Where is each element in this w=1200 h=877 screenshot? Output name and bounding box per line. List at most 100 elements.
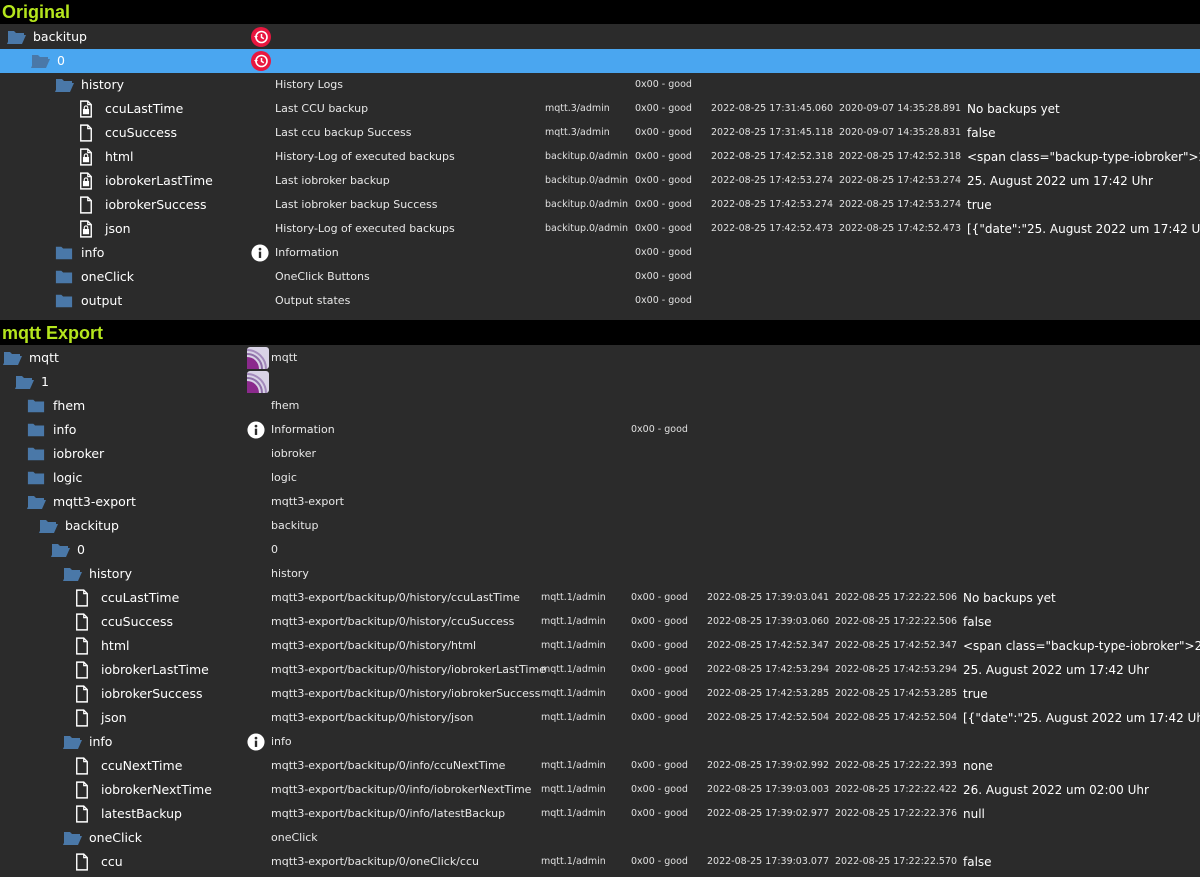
tree-row-iobrokerlasttime[interactable]: iobrokerLastTime Last iobroker backup back… xyxy=(0,169,1200,193)
folder-open-icon[interactable] xyxy=(55,76,74,94)
object-name: ccuSuccess xyxy=(105,125,177,140)
tree-row-fhem[interactable]: fhem fhem xyxy=(0,394,1200,418)
folder-open-icon[interactable] xyxy=(7,28,26,46)
tree-row-json[interactable]: json mqtt3-export/backitup/0/history/json… xyxy=(0,706,1200,730)
changed-by: mqtt.1/admin xyxy=(541,712,606,723)
file-lock-icon xyxy=(79,148,97,166)
object-description: Output states xyxy=(275,294,351,307)
tree-row-oneclick[interactable]: oneClick oneClick xyxy=(0,826,1200,850)
state-value[interactable]: true xyxy=(967,193,992,217)
tree-row-json[interactable]: json History-Log of executed backups backi… xyxy=(0,217,1200,241)
object-description: Information xyxy=(271,423,335,436)
state-value[interactable]: <span class="backup-type-iobroker">25... xyxy=(963,634,1200,658)
changed-by: mqtt.1/admin xyxy=(541,784,606,795)
timestamp: 2022-08-25 17:42:52.504 xyxy=(707,712,830,723)
tree-row-backitup[interactable]: backitup xyxy=(0,25,1200,49)
tree-row-iobroker[interactable]: iobroker iobroker xyxy=(0,442,1200,466)
folder-icon[interactable] xyxy=(55,292,73,310)
tree-row-iobrokersuccess[interactable]: iobrokerSuccess mqtt3-export/backitup/0/h… xyxy=(0,682,1200,706)
tree-row-ccusuccess[interactable]: ccuSuccess mqtt3-export/backitup/0/histor… xyxy=(0,610,1200,634)
state-value[interactable]: No backups yet xyxy=(963,586,1056,610)
state-value[interactable]: 25. August 2022 um 17:42 Uhr xyxy=(967,169,1153,193)
tree-row-oneclick[interactable]: oneClick OneClick Buttons 0x00 - good xyxy=(0,265,1200,289)
tree-row-output[interactable]: output Output states 0x00 - good xyxy=(0,289,1200,313)
last-changed: 2022-08-25 17:22:22.570 xyxy=(835,856,958,867)
tree-row-logic[interactable]: logic logic xyxy=(0,466,1200,490)
state-value[interactable]: <span class="backup-type-iobroker">25... xyxy=(967,145,1200,169)
export-section-title: mqtt Export xyxy=(2,323,103,343)
folder-open-icon[interactable] xyxy=(15,373,34,391)
tree-row-info[interactable]: info info xyxy=(0,730,1200,754)
quality-status: 0x00 - good xyxy=(635,151,692,162)
folder-icon[interactable] xyxy=(55,268,73,286)
tree-row-ccunexttime[interactable]: ccuNextTime mqtt3-export/backitup/0/info/… xyxy=(0,754,1200,778)
tree-row-iobrokerlasttime[interactable]: iobrokerLastTime mqtt3-export/backitup/0/… xyxy=(0,658,1200,682)
timestamp: 2022-08-25 17:42:52.318 xyxy=(711,151,834,162)
folder-open-icon[interactable] xyxy=(3,349,22,367)
state-value[interactable]: No backups yet xyxy=(967,97,1060,121)
last-changed: 2022-08-25 17:42:53.274 xyxy=(839,199,962,210)
state-value[interactable]: none xyxy=(963,754,993,778)
export-object-tree: mqtt mqtt 1 fhem fhem info Information 0x00 - g… xyxy=(0,345,1200,877)
state-value[interactable]: [{"date":"25. August 2022 um 17:42 Uhr",… xyxy=(967,217,1200,241)
tree-row-html[interactable]: html mqtt3-export/backitup/0/history/html… xyxy=(0,634,1200,658)
tree-row-mqtt[interactable]: mqtt mqtt xyxy=(0,346,1200,370)
tree-row-iobrokernexttime[interactable]: iobrokerNextTime mqtt3-export/backitup/0/… xyxy=(0,778,1200,802)
folder-open-icon[interactable] xyxy=(63,733,82,751)
tree-row-latestbackup[interactable]: latestBackup mqtt3-export/backitup/0/info… xyxy=(0,802,1200,826)
tree-row-mqtt3-export[interactable]: mqtt3-export mqtt3-export xyxy=(0,490,1200,514)
state-value[interactable]: false xyxy=(963,610,992,634)
tree-row-html[interactable]: html History-Log of executed backups backi… xyxy=(0,145,1200,169)
tree-row-cculasttime[interactable]: ccuLastTime Last CCU backup mqtt.3/admin 0x… xyxy=(0,97,1200,121)
folder-open-icon[interactable] xyxy=(63,829,82,847)
tree-row-history[interactable]: history History Logs 0x00 - good xyxy=(0,73,1200,97)
object-description: mqtt3-export/backitup/0/history/ccuLastT… xyxy=(271,591,520,604)
state-value[interactable]: false xyxy=(963,850,992,874)
state-value[interactable]: [{"date":"25. August 2022 um 17:42 Uhr",… xyxy=(963,706,1200,730)
object-description: Last iobroker backup xyxy=(275,174,390,187)
folder-open-icon[interactable] xyxy=(27,493,46,511)
object-name: mqtt xyxy=(29,350,59,365)
folder-icon[interactable] xyxy=(27,469,45,487)
object-name: logic xyxy=(53,470,83,485)
timestamp: 2022-08-25 17:39:02.977 xyxy=(707,808,830,819)
object-name: json xyxy=(101,710,127,725)
quality-status: 0x00 - good xyxy=(635,271,692,282)
state-value[interactable]: true xyxy=(963,682,988,706)
tree-row-0[interactable]: 00 xyxy=(0,538,1200,562)
quality-status: 0x00 - good xyxy=(635,127,692,138)
tree-row-history[interactable]: history history xyxy=(0,562,1200,586)
object-description: Last CCU backup xyxy=(275,102,369,115)
tree-row-info[interactable]: info Information 0x00 - good xyxy=(0,241,1200,265)
folder-icon[interactable] xyxy=(27,445,45,463)
folder-open-icon[interactable] xyxy=(63,565,82,583)
state-value[interactable]: false xyxy=(967,121,996,145)
file-icon xyxy=(75,853,93,871)
object-name: iobrokerLastTime xyxy=(105,173,213,188)
quality-status: 0x00 - good xyxy=(631,640,688,651)
last-changed: 2022-08-25 17:42:52.473 xyxy=(839,223,962,234)
state-value[interactable]: 25. August 2022 um 17:42 Uhr xyxy=(963,658,1149,682)
folder-open-icon[interactable] xyxy=(31,52,50,70)
tree-row-0[interactable]: 0 xyxy=(0,49,1200,73)
folder-icon[interactable] xyxy=(55,244,73,262)
timestamp: 2022-08-25 17:39:02.992 xyxy=(707,760,830,771)
tree-row-1[interactable]: 1 xyxy=(0,370,1200,394)
quality-status: 0x00 - good xyxy=(631,784,688,795)
object-name: history xyxy=(89,566,132,581)
state-value[interactable]: null xyxy=(963,802,985,826)
quality-status: 0x00 - good xyxy=(635,175,692,186)
tree-row-backitup[interactable]: backitup backitup xyxy=(0,514,1200,538)
tree-row-ccusuccess[interactable]: ccuSuccess Last ccu backup Success mqtt.3/… xyxy=(0,121,1200,145)
folder-open-icon[interactable] xyxy=(39,517,58,535)
object-name: json xyxy=(105,221,131,236)
tree-row-iobrokersuccess[interactable]: iobrokerSuccess Last iobroker backup Succ… xyxy=(0,193,1200,217)
folder-open-icon[interactable] xyxy=(51,541,70,559)
folder-icon[interactable] xyxy=(27,397,45,415)
object-description: history xyxy=(271,567,309,580)
tree-row-ccu[interactable]: ccu mqtt3-export/backitup/0/oneClick/ccu m… xyxy=(0,850,1200,874)
tree-row-info[interactable]: info Information 0x00 - good xyxy=(0,418,1200,442)
tree-row-cculasttime[interactable]: ccuLastTime mqtt3-export/backitup/0/histo… xyxy=(0,586,1200,610)
state-value[interactable]: 26. August 2022 um 02:00 Uhr xyxy=(963,778,1149,802)
folder-icon[interactable] xyxy=(27,421,45,439)
